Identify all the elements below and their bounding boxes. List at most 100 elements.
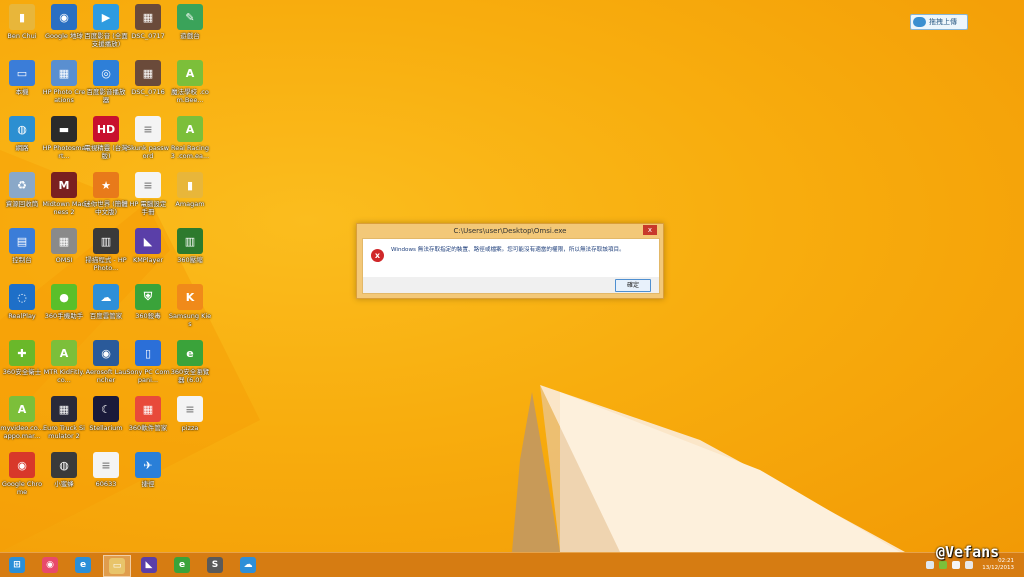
taskbar: ⊞ ◉ e ▭ ◣ e S ☁ 02:21 13/12/2013 [0,552,1024,577]
desktop-icon-label: Real Racing 3 .com.ea... [170,144,210,160]
desktop-icon-label: Amagam [175,200,205,208]
dialog-title-bar: C:\Users\user\Desktop\Omsi.exe x [357,224,663,237]
desktop-icon[interactable]: ▦ Euro Truck Simulator 2 [42,396,86,440]
app-icon: ◍ [9,116,35,142]
desktop-icon[interactable]: ◍ 網路 [0,116,44,152]
desktop-icon-label: Sony PC Compani... [126,368,170,384]
desktop-icon[interactable]: A 魔法學校 .com.Bee... [168,60,212,104]
desktop-icon[interactable]: K Samsung Kies [168,284,212,328]
taskbar-kmplayer-button[interactable]: ◣ [136,555,162,575]
desktop-icon-label: 360軟件管家 [128,424,168,432]
desktop-icon[interactable]: A Real Racing 3 .com.ea... [168,116,212,160]
app-icon: ☾ [93,396,119,422]
desktop-icon-label: 360手機助手 [44,312,84,320]
taskbar-baiduyun-button[interactable]: ☁ [235,555,261,575]
tray-network-icon[interactable] [952,561,961,569]
tray-flag-icon[interactable] [926,561,935,569]
360browser-icon: e [174,557,190,573]
desktop-icon[interactable]: M Midtown Madness 2 [42,172,86,216]
desktop-icon[interactable]: ◌ RealPlay [0,284,44,320]
app-icon: ⛨ [135,284,161,310]
app-icon: ≡ [135,116,161,142]
desktop-icon-label: pizza [181,424,199,432]
taskbar-sublime-button[interactable]: S [202,555,228,575]
desktop-icon-label: 掃描程式 - HP Photo... [85,256,127,272]
taskbar-baidu-button[interactable]: ◉ [37,555,63,575]
desktop: ▮ Ben Chui ◉ Google 地球 ▶ 百度影音 (全面支援播放) ▦ DSC_07… [0,0,1024,552]
desktop-icon[interactable]: ✎ 遊戲台 [168,4,212,40]
desktop-icon[interactable]: ☾ Stellarium [84,396,128,432]
desktop-icon[interactable]: ◎ 百度影音播放器 [84,60,128,104]
desktop-icon[interactable]: ▤ 控制台 [0,228,44,264]
ok-button[interactable]: 確定 [615,279,651,292]
desktop-icon[interactable]: ✈ 捷徑 [126,452,170,488]
taskbar-start-button[interactable]: ⊞ [4,555,30,575]
desktop-icon-label: 電視精靈 (台灣版) [84,144,128,160]
desktop-icon-grid: ▮ Ben Chui ◉ Google 地球 ▶ 百度影音 (全面支援播放) ▦ DSC_07… [0,0,212,552]
desktop-icon[interactable]: ◣ KMPlayer [126,228,170,264]
desktop-icon[interactable]: ● 360手機助手 [42,284,86,320]
tray-volume-icon[interactable] [965,561,974,569]
desktop-icon[interactable]: ≡ pizza [168,396,212,432]
taskbar-ie-button[interactable]: e [70,555,96,575]
desktop-icon-label: 小蜜蜂 [54,480,74,488]
desktop-icon[interactable]: ★ 迷你世界 (簡體中文版) [84,172,128,216]
app-icon: ▦ [135,60,161,86]
desktop-icon-label: 360安全衛士 [2,368,42,376]
desktop-icon-label: Skunk password [127,144,169,160]
desktop-icon[interactable]: ▦ OMSI [42,228,86,264]
taskbar-explorer-button[interactable]: ▭ [103,555,131,577]
desktop-icon[interactable]: e 360安全瀏覽器 (6.0) [168,340,212,384]
desktop-icon[interactable]: ▮ Ben Chui [0,4,44,40]
desktop-icon[interactable]: ▦ DSC_0717 [126,4,170,40]
desktop-icon[interactable]: ◉ Aerosoft Launcher [84,340,128,384]
desktop-icon[interactable]: HD 電視精靈 (台灣版) [84,116,128,160]
drag-upload-button[interactable]: 拖拽上傳 [910,14,968,30]
desktop-icon[interactable]: ▥ 360壓縮 [168,228,212,264]
app-icon: ▶ [93,4,119,30]
desktop-icon[interactable]: ♻ 資源回收筒 [0,172,44,208]
app-icon: ✈ [135,452,161,478]
app-icon: M [51,172,77,198]
desktop-icon[interactable]: Amyvideo.co...appo.mar... [0,396,44,440]
app-icon: ▦ [51,228,77,254]
app-icon: ▭ [9,60,35,86]
desktop-icon[interactable]: ◉ Google 地球 [42,4,86,40]
desktop-icon[interactable]: ▮ Amagam [168,172,212,208]
dialog-message: Windows 無法存取指定的裝置、路徑或檔案。您可能沒有適當的權限，所以無法存… [391,247,625,253]
desktop-icon[interactable]: ▥ 掃描程式 - HP Photo... [84,228,128,272]
desktop-icon[interactable]: ✚ 360安全衛士 [0,340,44,376]
app-icon: ✎ [177,4,203,30]
desktop-icon-label: 360殺毒 [135,312,161,320]
ie-icon: e [75,557,91,573]
desktop-icon[interactable]: ▦ DSC_0716 [126,60,170,96]
dialog-title: C:\Users\user\Desktop\Omsi.exe [453,227,567,235]
app-icon: ▮ [177,172,203,198]
dialog-body: x Windows 無法存取指定的裝置、路徑或檔案。您可能沒有適當的權限，所以無… [362,238,660,279]
desktop-icon-label: MTR KidFitly.co... [43,368,85,384]
taskbar-360browser-button[interactable]: e [169,555,195,575]
desktop-icon[interactable]: A MTR KidFitly.co... [42,340,86,384]
app-icon: ★ [93,172,119,198]
desktop-icon[interactable]: ≡ 60633 [84,452,128,488]
desktop-icon-label: 魔法學校 .com.Bee... [171,88,209,104]
desktop-icon[interactable]: ▦ 360軟件管家 [126,396,170,432]
tray-360-icon[interactable] [939,561,948,569]
desktop-icon[interactable]: ▶ 百度影音 (全面支援播放) [84,4,128,48]
close-button[interactable]: x [643,225,657,235]
desktop-icon[interactable]: ▭ 本機 [0,60,44,96]
desktop-icon-label: 百度雲管家 [89,312,123,320]
app-icon: ◍ [51,452,77,478]
app-icon: A [177,60,203,86]
desktop-icon[interactable]: ≡ HP 電腦設定 手冊 [126,172,170,216]
desktop-icon[interactable]: ⛨ 360殺毒 [126,284,170,320]
desktop-icon[interactable]: ◉ Google Chrome [0,452,44,496]
desktop-icon[interactable]: ☁ 百度雲管家 [84,284,128,320]
desktop-icon[interactable]: ▯ Sony PC Compani... [126,340,170,384]
desktop-icon[interactable]: ▬ HP Photosmart... [42,116,86,160]
dialog-footer: 確定 [362,277,660,294]
desktop-icon[interactable]: ▦ HP Photo Creations [42,60,86,104]
desktop-icon-label: Aerosoft Launcher [85,368,127,384]
desktop-icon[interactable]: ◍ 小蜜蜂 [42,452,86,488]
desktop-icon[interactable]: ≡ Skunk password [126,116,170,160]
